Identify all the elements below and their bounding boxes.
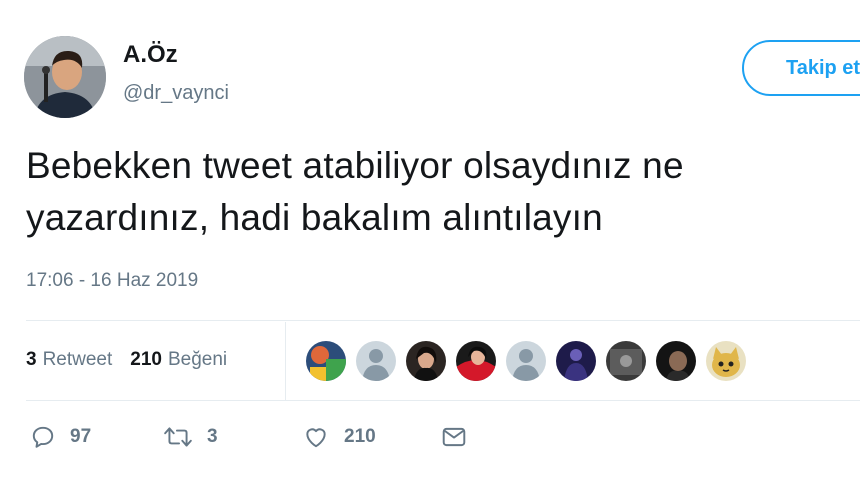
liker-avatar[interactable] [605, 340, 647, 382]
like-stat-count: 210 [130, 349, 162, 370]
follow-button[interactable]: Takip et [742, 40, 860, 96]
retweet-stat-label: Retweet [42, 349, 113, 370]
stats-divider [285, 322, 286, 400]
reply-count: 97 [70, 426, 92, 447]
liker-avatar[interactable] [405, 340, 447, 382]
liker-avatar[interactable] [355, 340, 397, 382]
liker-avatar[interactable] [505, 340, 547, 382]
retweet-icon [164, 427, 192, 447]
retweet-stat-count: 3 [26, 349, 37, 370]
divider-top [26, 320, 860, 321]
like-stat[interactable]: 210 Beğeni [130, 349, 227, 370]
display-name[interactable]: A.Öz [123, 41, 178, 69]
retweet-count: 3 [207, 426, 218, 447]
tweet-text: Bebekken tweet atabiliyor olsaydınız ne … [26, 140, 846, 244]
tweet-text-line-1: Bebekken tweet atabiliyor olsaydınız ne [26, 145, 684, 186]
retweet-button[interactable]: 3 [163, 424, 218, 450]
like-button[interactable]: 210 [302, 424, 376, 450]
liker-avatar[interactable] [555, 340, 597, 382]
liker-avatar[interactable] [655, 340, 697, 382]
tweet-text-line-2: yazardınız, hadi bakalım alıntılayın [26, 197, 603, 238]
liker-avatar[interactable] [455, 340, 497, 382]
message-icon [442, 427, 466, 447]
liker-avatar[interactable] [705, 340, 747, 382]
liker-avatar[interactable] [305, 340, 347, 382]
divider-bottom [26, 400, 860, 401]
reply-button[interactable]: 97 [30, 424, 91, 450]
retweet-stat[interactable]: 3 Retweet [26, 349, 112, 370]
like-stat-label: Beğeni [167, 349, 228, 370]
user-handle[interactable]: @dr_vaynci [123, 82, 229, 105]
profile-avatar[interactable] [24, 36, 106, 118]
engagement-stats: 3 Retweet 210 Beğeni [26, 349, 227, 371]
tweet-timestamp[interactable]: 17:06 - 16 Haz 2019 [26, 270, 198, 292]
like-count: 210 [344, 426, 376, 447]
like-icon [306, 428, 326, 448]
direct-message-button[interactable] [440, 424, 468, 450]
reply-icon [32, 426, 54, 448]
